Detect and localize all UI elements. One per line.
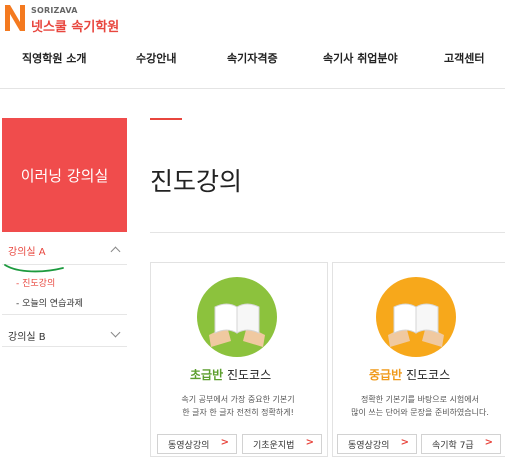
chevron-up-icon[interactable] <box>110 246 121 257</box>
nav-academy-intro[interactable]: 직영학원 소개 <box>22 50 87 66</box>
basic-fingering-button[interactable]: 기초운지법 > <box>242 434 322 454</box>
video-lecture-button[interactable]: 동영상강의 > <box>337 434 417 454</box>
course-desc-line: 속기 공부에서 가장 중요한 기본기 <box>181 395 295 404</box>
button-label: 속기학 7급 <box>432 441 474 451</box>
button-label: 동영상강의 <box>348 441 390 451</box>
open-book-icon <box>376 277 456 357</box>
sidebar-item-progress-lecture[interactable]: - 진도강의 <box>16 276 55 289</box>
open-book-icon <box>197 277 277 357</box>
sidebar-section-a[interactable]: 강의실 A <box>8 243 46 258</box>
sidebar-title-box: 이러닝 강의실 <box>2 118 127 232</box>
arrow-right-icon: > <box>220 437 229 448</box>
course-title-beginner: 초급반 진도코스 <box>190 366 271 383</box>
course-desc-line: 정확한 기본기를 바탕으로 시험에서 <box>360 395 480 404</box>
site-header: SORIZAVA 넷스쿨 속기학원 직영학원 소개 수강안내 속기자격증 속기사… <box>0 0 505 88</box>
course-desc-line: 많이 쓰는 단어와 문장을 준비하였습니다. <box>351 408 489 417</box>
header-divider <box>0 88 505 89</box>
course-level: 초급반 <box>190 368 224 382</box>
page-title: 진도강의 <box>150 167 243 196</box>
sidebar-divider <box>2 346 127 347</box>
arrow-right-icon: > <box>484 437 493 448</box>
course-description: 정확한 기본기를 바탕으로 시험에서 많이 쓰는 단어와 문장을 준비하였습니다… <box>338 393 502 419</box>
course-name: 진도코스 <box>405 368 451 382</box>
nav-customer-center[interactable]: 고객센터 <box>444 50 484 66</box>
title-accent-bar <box>150 118 182 120</box>
arrow-right-icon: > <box>400 437 409 448</box>
course-title-intermediate: 중급반 진도코스 <box>369 366 450 383</box>
course-desc-line: 한 글자 한 글자 전전히 정확하게! <box>182 408 294 417</box>
title-divider <box>150 232 505 233</box>
chevron-down-icon[interactable] <box>110 327 121 338</box>
green-underline-mark <box>4 264 64 273</box>
button-label: 기초운지법 <box>253 441 295 451</box>
nav-certificate[interactable]: 속기자격증 <box>227 50 278 66</box>
brand-name-ko[interactable]: 넷스쿨 속기학원 <box>31 16 119 35</box>
button-label: 동영상강의 <box>168 441 210 451</box>
course-level: 중급반 <box>369 368 403 382</box>
sidebar-title: 이러닝 강의실 <box>20 166 109 185</box>
nav-course-guide[interactable]: 수강안내 <box>136 50 176 66</box>
sidebar-section-b[interactable]: 강의실 B <box>8 328 46 343</box>
logo-icon[interactable] <box>4 3 26 33</box>
shorthand-level7-button[interactable]: 속기학 7급 > <box>421 434 501 454</box>
arrow-right-icon: > <box>305 437 314 448</box>
video-lecture-button[interactable]: 동영상강의 > <box>157 434 237 454</box>
nav-employment[interactable]: 속기사 취업분야 <box>323 50 398 66</box>
course-name: 진도코스 <box>226 368 272 382</box>
brand-name-en: SORIZAVA <box>31 6 78 15</box>
sidebar-divider <box>2 314 127 315</box>
main-nav: 직영학원 소개 수강안내 속기자격증 속기사 취업분야 고객센터 <box>0 50 505 66</box>
course-description: 속기 공부에서 가장 중요한 기본기 한 글자 한 글자 전전히 정확하게! <box>166 393 310 419</box>
sidebar-item-today-practice[interactable]: - 오늘의 연습과제 <box>16 296 83 309</box>
